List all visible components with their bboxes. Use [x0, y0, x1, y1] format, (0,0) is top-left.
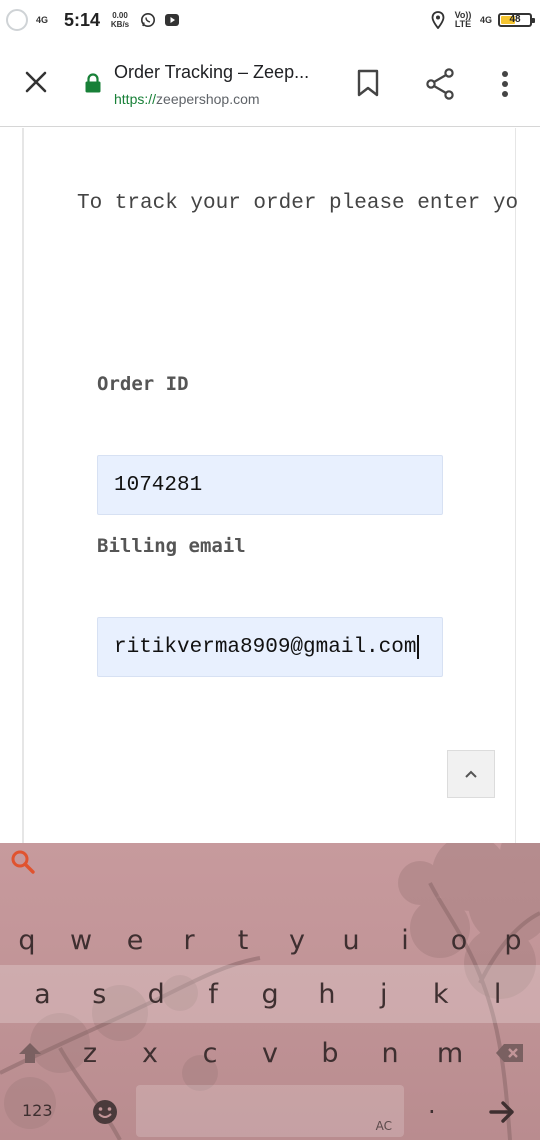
keyboard-row-3: zxcvbnm	[0, 1025, 540, 1081]
key-w[interactable]: w	[54, 915, 108, 965]
space-bar[interactable]: AC	[136, 1085, 404, 1137]
key-a[interactable]: a	[14, 965, 71, 1023]
key-x[interactable]: x	[120, 1025, 180, 1081]
battery-tip	[532, 18, 535, 23]
key-q[interactable]: q	[0, 915, 54, 965]
key-g[interactable]: g	[242, 965, 299, 1023]
key-v[interactable]: v	[240, 1025, 300, 1081]
key-m[interactable]: m	[420, 1025, 480, 1081]
volte-indicator: Vo)) LTE	[454, 10, 472, 29]
url-host: zeepershop.com	[156, 91, 260, 107]
location-icon	[430, 11, 446, 29]
share-icon	[426, 68, 454, 100]
numbers-key[interactable]: 123	[22, 1101, 53, 1120]
billing-email-value: ritikverma8909@gmail.com	[114, 635, 417, 659]
url-text[interactable]: https://zeepershop.com	[114, 91, 260, 107]
content-border-right	[515, 128, 516, 843]
soft-keyboard: qwertyuiop asdfghjkl zxcvbnm 123 AC .	[0, 843, 540, 1140]
close-button[interactable]	[18, 64, 54, 100]
battery-level: 48	[509, 14, 521, 25]
lock-icon[interactable]	[84, 73, 102, 93]
network-type-indicator: 4G	[479, 14, 492, 25]
keyboard-row-1: qwertyuiop	[0, 915, 540, 965]
keyboard-row-2: asdfghjkl	[0, 965, 540, 1023]
order-id-input[interactable]: 1074281	[97, 455, 443, 515]
key-i[interactable]: i	[378, 915, 432, 965]
key-k[interactable]: k	[412, 965, 469, 1023]
key-r[interactable]: r	[162, 915, 216, 965]
keyboard-search-button[interactable]	[10, 849, 36, 875]
emoji-key[interactable]	[90, 1097, 120, 1127]
intro-text: To track your order please enter yo	[77, 192, 519, 215]
key-l[interactable]: l	[469, 965, 526, 1023]
network-speed-unit: KB/s	[110, 20, 130, 29]
keyboard-row-3-letters: zxcvbnm	[60, 1025, 480, 1081]
more-menu-button[interactable]	[490, 66, 520, 102]
order-id-label: Order ID	[97, 373, 189, 395]
browser-toolbar: Order Tracking – Zeep... https://zeepers…	[0, 40, 540, 127]
key-u[interactable]: u	[324, 915, 378, 965]
youtube-icon	[164, 12, 180, 28]
backspace-icon	[496, 1044, 523, 1062]
notification-circle-icon	[6, 9, 28, 31]
more-vert-icon	[502, 71, 508, 97]
key-n[interactable]: n	[360, 1025, 420, 1081]
key-o[interactable]: o	[432, 915, 486, 965]
chevron-up-icon	[465, 770, 477, 778]
key-t[interactable]: t	[216, 915, 270, 965]
battery-icon: 48	[498, 13, 535, 27]
shift-icon	[19, 1043, 41, 1063]
shift-key[interactable]	[0, 1025, 60, 1081]
go-key[interactable]	[488, 1097, 518, 1127]
key-y[interactable]: y	[270, 915, 324, 965]
content-border-left	[22, 128, 24, 843]
period-key[interactable]: .	[428, 1091, 436, 1119]
bookmark-icon	[357, 69, 379, 97]
keyboard-row-4: 123 AC .	[0, 1081, 540, 1140]
key-z[interactable]: z	[60, 1025, 120, 1081]
network-speed-value: 0.00	[112, 11, 128, 20]
key-b[interactable]: b	[300, 1025, 360, 1081]
key-c[interactable]: c	[180, 1025, 240, 1081]
network-speed: 0.00 KB/s	[108, 11, 132, 29]
key-f[interactable]: f	[185, 965, 242, 1023]
page-title[interactable]: Order Tracking – Zeep...	[114, 62, 309, 83]
search-icon	[11, 850, 35, 874]
key-e[interactable]: e	[108, 915, 162, 965]
status-bar: 4G 5:14 0.00 KB/s Vo)) LTE 4G 48	[0, 0, 540, 40]
web-content: To track your order please enter yo Orde…	[0, 128, 540, 843]
key-d[interactable]: d	[128, 965, 185, 1023]
bookmark-button[interactable]	[352, 66, 384, 100]
close-icon	[25, 71, 47, 93]
scroll-to-top-button[interactable]	[447, 750, 495, 798]
billing-email-label: Billing email	[97, 535, 246, 557]
order-id-value: 1074281	[114, 473, 203, 497]
key-h[interactable]: h	[298, 965, 355, 1023]
billing-email-input[interactable]: ritikverma8909@gmail.com	[97, 617, 443, 677]
key-s[interactable]: s	[71, 965, 128, 1023]
key-j[interactable]: j	[355, 965, 412, 1023]
status-time: 5:14	[64, 9, 101, 30]
url-scheme: https://	[114, 91, 157, 107]
text-caret	[417, 635, 420, 659]
backspace-key[interactable]	[480, 1025, 540, 1081]
whatsapp-icon	[140, 12, 156, 28]
space-bar-badge: AC	[375, 1119, 392, 1133]
arrow-right-icon	[489, 1101, 514, 1123]
signal-indicator: 4G	[36, 14, 49, 25]
share-button[interactable]	[422, 66, 458, 102]
key-p[interactable]: p	[486, 915, 540, 965]
emoji-icon	[93, 1100, 117, 1124]
